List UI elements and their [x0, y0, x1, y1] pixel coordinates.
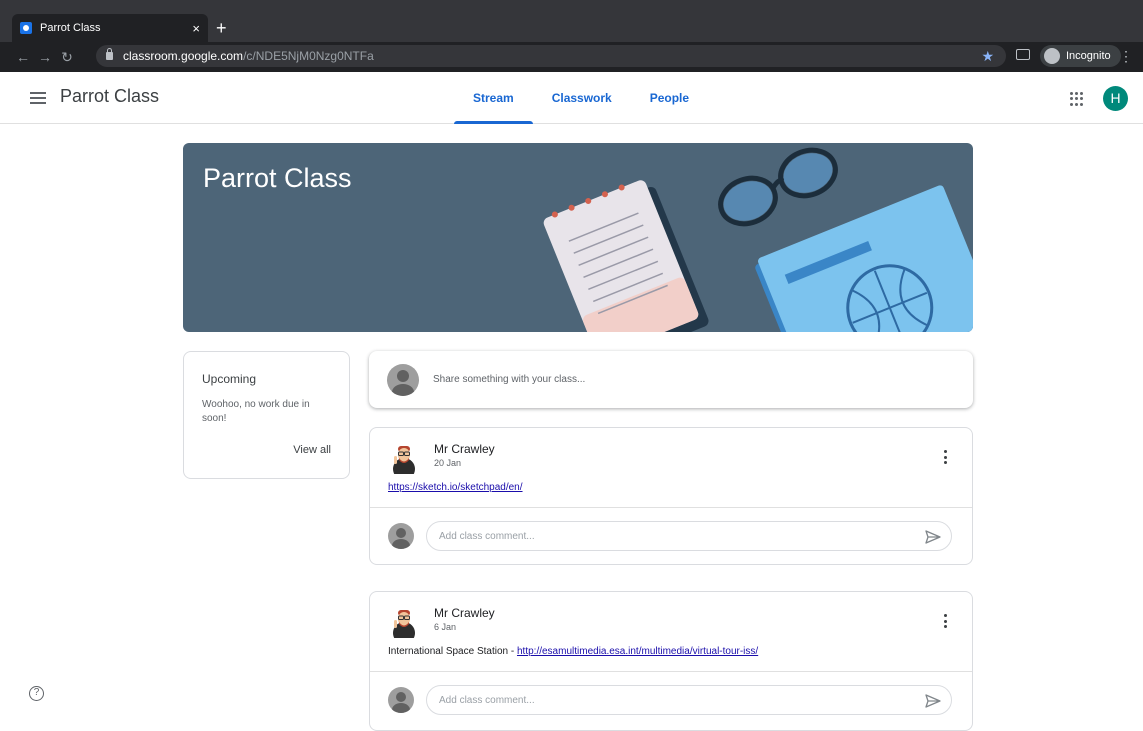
post-body: Mr Crawley 6 Jan International Space Sta…: [370, 592, 972, 671]
post-link[interactable]: http://esamultimedia.esa.int/multimedia/…: [517, 646, 758, 657]
tab-stream[interactable]: Stream: [454, 72, 533, 124]
class-comment-input[interactable]: Add class comment...: [426, 521, 952, 551]
tab-title: Parrot Class: [40, 22, 101, 34]
class-tabs: Stream Classwork People: [454, 72, 708, 124]
banner-illustration: [543, 147, 973, 332]
help-icon[interactable]: ?: [29, 686, 44, 701]
address-bar[interactable]: classroom.google.com/c/NDE5NjM0Nzg0NTFa …: [96, 45, 1006, 67]
teacher-avatar-icon: [393, 610, 415, 638]
upcoming-card: Upcoming Woohoo, no work due in soon! Vi…: [183, 351, 350, 479]
lock-icon: [106, 48, 113, 60]
app-header: Parrot Class Stream Classwork People H: [0, 72, 1143, 124]
comment-placeholder: Add class comment...: [439, 530, 535, 542]
new-tab-button[interactable]: +: [216, 18, 227, 39]
classroom-favicon-icon: [20, 22, 32, 34]
comment-row: Add class comment...: [370, 507, 972, 564]
share-announcement-box[interactable]: Share something with your class...: [369, 351, 973, 408]
incognito-label: Incognito: [1066, 50, 1111, 62]
post-options-icon[interactable]: [944, 614, 948, 628]
upcoming-message: Woohoo, no work due in soon!: [202, 399, 310, 424]
share-placeholder: Share something with your class...: [433, 374, 586, 385]
send-icon[interactable]: [925, 530, 941, 544]
tab-classwork[interactable]: Classwork: [533, 72, 631, 124]
post-text: International Space Station - http://esa…: [388, 646, 954, 657]
cast-icon[interactable]: [1016, 49, 1030, 60]
post-header: Mr Crawley 20 Jan: [388, 442, 954, 474]
google-apps-icon[interactable]: [1070, 92, 1084, 106]
send-icon[interactable]: [925, 694, 941, 708]
user-placeholder-avatar-icon: [387, 363, 419, 396]
incognito-icon: [1044, 48, 1060, 64]
post-link[interactable]: https://sketch.io/sketchpad/en/: [388, 482, 523, 493]
commenter-avatar-icon: [388, 523, 414, 549]
tab-close-icon[interactable]: ×: [192, 21, 200, 36]
stream-post: Mr Crawley 20 Jan https://sketch.io/sket…: [369, 427, 973, 565]
post-date: 6 Jan: [434, 622, 457, 632]
main-menu-icon[interactable]: [30, 92, 46, 104]
incognito-badge[interactable]: Incognito: [1040, 45, 1121, 67]
post-header: Mr Crawley 6 Jan: [388, 606, 954, 638]
url-path: /c/NDE5NjM0Nzg0NTFa: [243, 49, 374, 63]
browser-toolbar: ← → ↻ classroom.google.com/c/NDE5NjM0Nzg…: [0, 42, 1143, 72]
tab-bar: Parrot Class × +: [0, 10, 1143, 42]
comment-row: Add class comment...: [370, 671, 972, 728]
post-text: https://sketch.io/sketchpad/en/: [388, 482, 954, 493]
comment-placeholder: Add class comment...: [439, 694, 535, 706]
author-block: Mr Crawley 6 Jan: [434, 606, 495, 632]
browser-tab[interactable]: Parrot Class ×: [12, 14, 208, 42]
class-comment-input[interactable]: Add class comment...: [426, 685, 952, 715]
class-title[interactable]: Parrot Class: [60, 86, 159, 107]
teacher-avatar-icon: [393, 446, 415, 474]
forward-arrow-icon[interactable]: →: [34, 49, 56, 65]
post-options-icon[interactable]: [944, 450, 948, 464]
commenter-avatar-icon: [388, 687, 414, 713]
view-all-link[interactable]: View all: [293, 444, 331, 456]
class-banner: Parrot Class: [183, 143, 973, 332]
author-block: Mr Crawley 20 Jan: [434, 442, 495, 468]
post-author[interactable]: Mr Crawley: [434, 442, 495, 456]
tab-people[interactable]: People: [631, 72, 708, 124]
post-author[interactable]: Mr Crawley: [434, 606, 495, 620]
post-body: Mr Crawley 20 Jan https://sketch.io/sket…: [370, 428, 972, 507]
back-arrow-icon[interactable]: ←: [12, 49, 34, 65]
reload-icon[interactable]: ↻: [56, 49, 78, 66]
upcoming-heading: Upcoming: [202, 372, 257, 386]
browser-menu-icon[interactable]: ⋮: [1119, 48, 1133, 65]
stream-post: Mr Crawley 6 Jan International Space Sta…: [369, 591, 973, 731]
bookmark-star-icon[interactable]: ★: [981, 48, 994, 65]
account-avatar[interactable]: H: [1103, 86, 1128, 111]
url-host: classroom.google.com: [123, 49, 244, 63]
post-text-prefix: International Space Station -: [388, 646, 517, 657]
post-date: 20 Jan: [434, 458, 462, 468]
